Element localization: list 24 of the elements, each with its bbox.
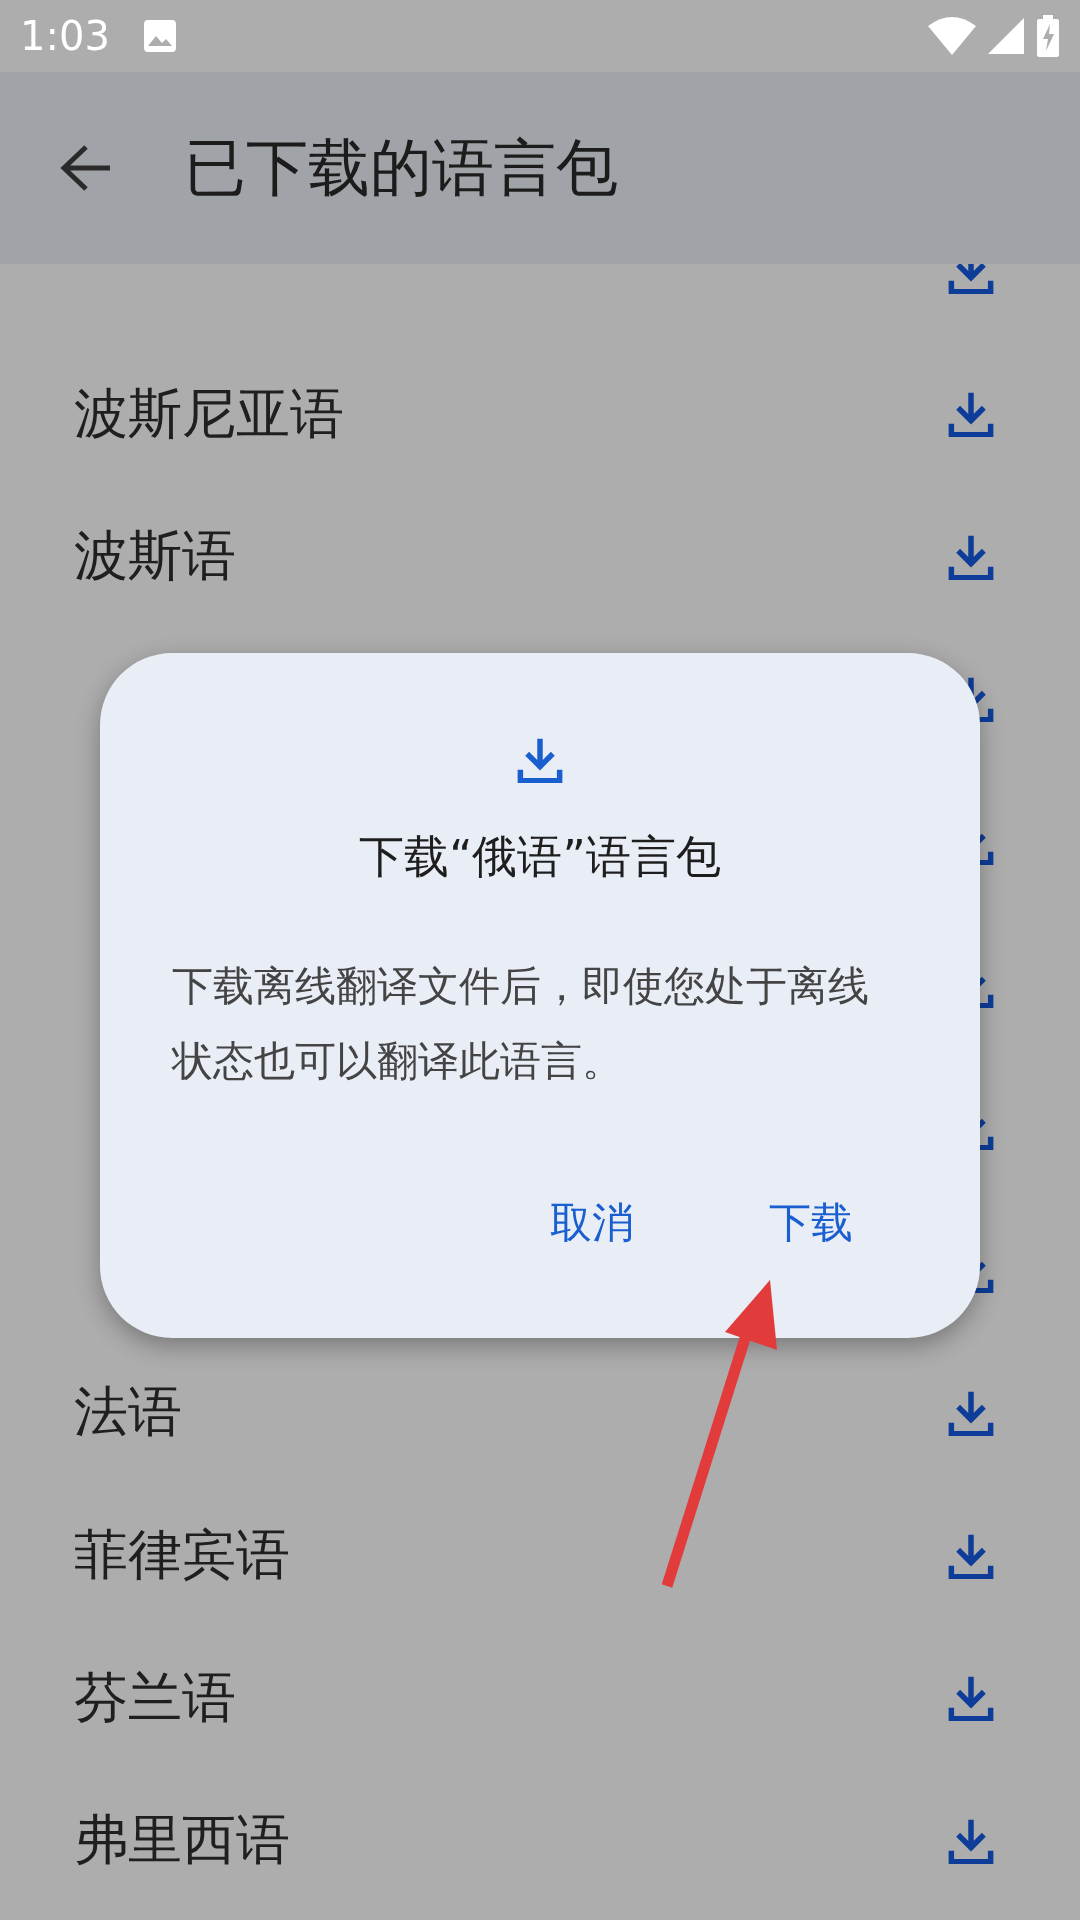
download-icon[interactable] [947,1389,995,1436]
download-icon[interactable] [947,1675,995,1722]
confirm-button[interactable]: 下载 [769,1195,853,1251]
language-name: 法语 [74,1380,182,1444]
download-icon[interactable] [947,1817,995,1864]
signal-icon [988,18,1024,54]
status-time: 1:03 [20,13,110,59]
download-icon [516,737,564,783]
language-name: 波斯语 [74,524,236,588]
battery-icon [1036,15,1060,57]
language-name: 弗里西语 [74,1808,290,1872]
dialog-message: 下载离线翻译文件后，即使您处于离线状态也可以翻译此语言。 [172,961,870,1087]
download-icon[interactable] [947,391,995,438]
download-icon[interactable] [947,1532,995,1579]
back-button[interactable] [58,144,112,192]
wifi-icon [928,17,976,55]
dialog-title: 下载“俄语”语言包 [359,829,721,885]
page-title: 已下载的语言包 [184,130,618,206]
image-icon [141,18,178,54]
language-name: 芬兰语 [74,1665,236,1729]
language-name: 菲律宾语 [74,1523,290,1587]
download-icon[interactable] [947,533,995,580]
cancel-button[interactable]: 取消 [550,1195,634,1251]
language-name: 波斯尼亚语 [74,381,344,445]
